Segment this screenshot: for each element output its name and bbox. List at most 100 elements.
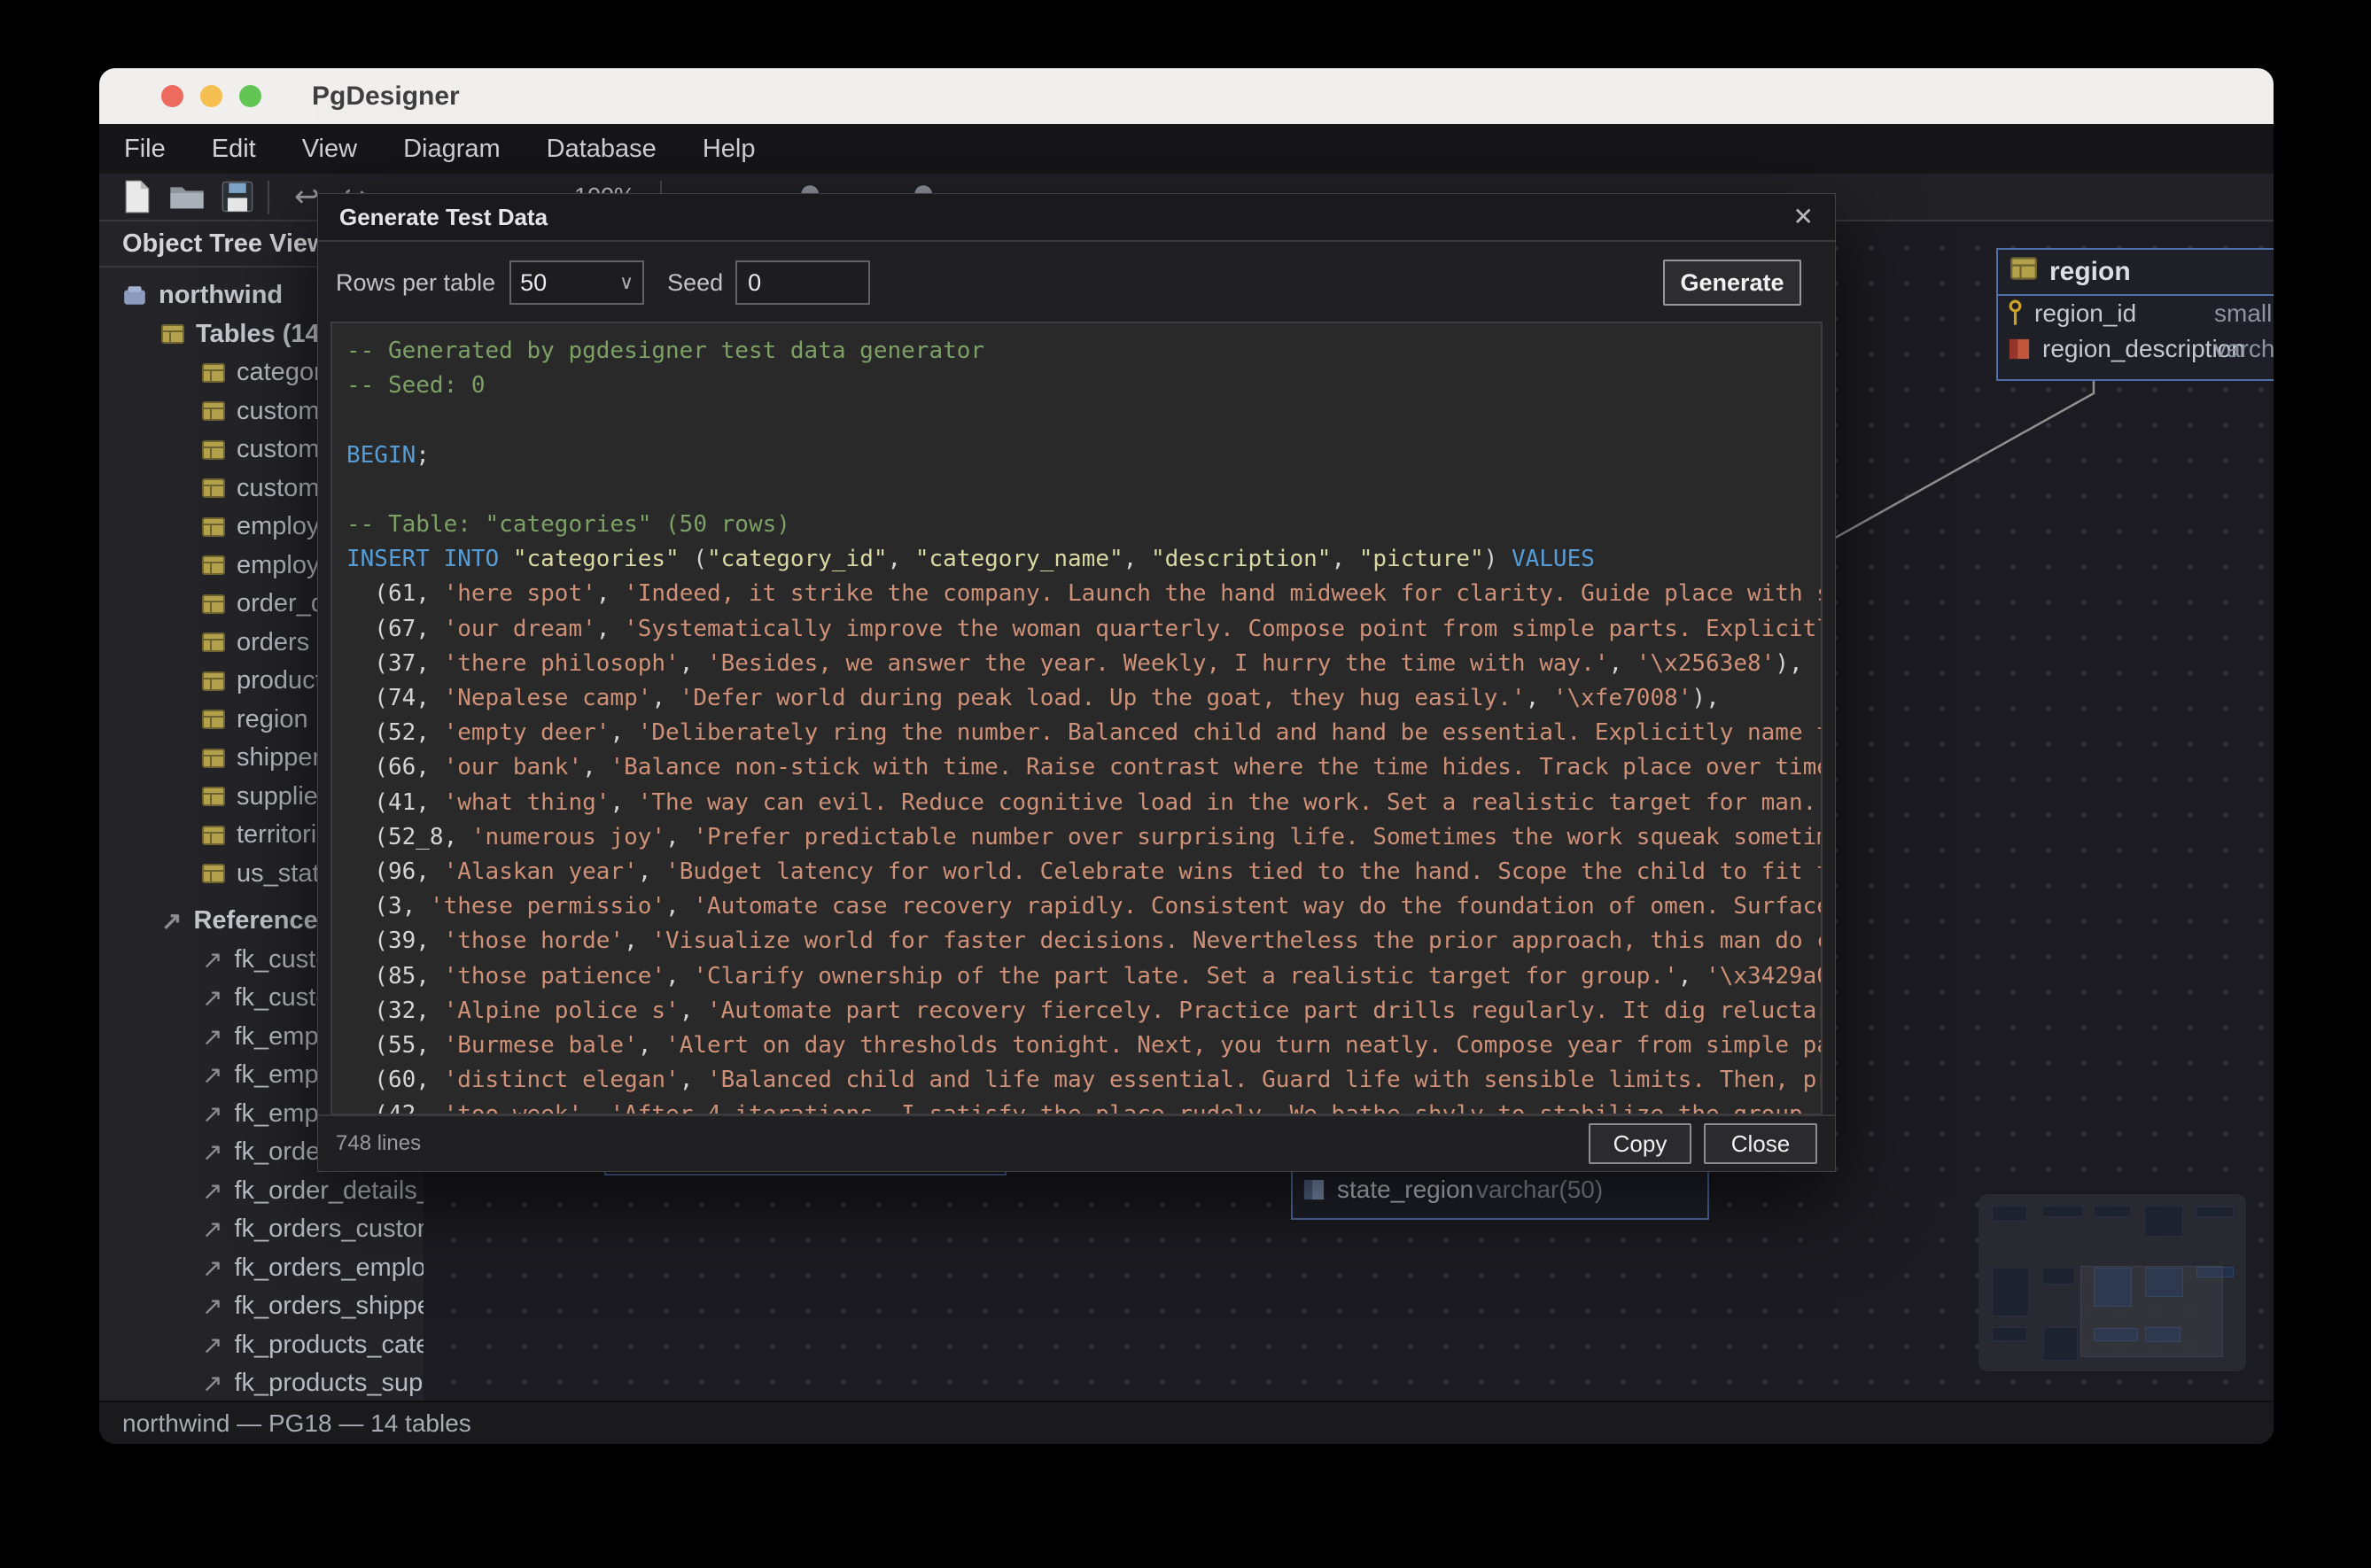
reference-arrow-icon: ↗ — [202, 1254, 222, 1283]
sidebar-item-fk-orders-shippers[interactable]: ↗ fk_orders_shippers — [99, 1287, 424, 1326]
sql-code-line: INSERT INTO "categories" ("category_id",… — [346, 542, 1821, 577]
sql-code-line: (42, 'too week', 'After 4 iterations, I … — [346, 1098, 1821, 1115]
sidebar-item-label: region — [237, 705, 308, 734]
column-type: smallint — [2214, 299, 2274, 328]
minimize-window-button[interactable] — [200, 85, 222, 107]
menu-help[interactable]: Help — [703, 135, 756, 164]
table-column-row[interactable]: region_id smallint — [1998, 296, 2274, 331]
reference-arrow-icon: ↗ — [202, 1099, 222, 1129]
new-file-icon — [122, 180, 152, 213]
menu-database[interactable]: Database — [547, 135, 657, 164]
sql-code-line: (60, 'distinct elegan', 'Balanced child … — [346, 1063, 1821, 1098]
table-column-row[interactable]: region_descriptionvarchar(50) — [1998, 331, 2274, 367]
copy-button[interactable]: Copy — [1589, 1123, 1691, 1164]
minimap-table-rect — [2196, 1207, 2234, 1217]
table-icon — [202, 671, 225, 691]
sql-code-line: -- Generated by pgdesigner test data gen… — [346, 334, 1821, 369]
open-folder-icon — [169, 182, 205, 212]
sql-code-line: (41, 'what thing', 'The way can evil. Re… — [346, 786, 1821, 820]
table-icon — [202, 440, 225, 460]
table-icon — [202, 363, 225, 383]
sidebar-item-fk-products-supp[interactable]: ↗fk_products_supp... — [99, 1364, 424, 1402]
sql-code-line: (74, 'Nepalese camp', 'Defer world durin… — [346, 681, 1821, 716]
key-icon — [2009, 299, 2022, 328]
table-icon — [202, 401, 225, 421]
close-icon[interactable]: ✕ — [1793, 205, 1814, 229]
close-window-button[interactable] — [161, 85, 183, 107]
rows-per-table-select[interactable]: 50 ∨ — [509, 260, 644, 305]
zoom-window-button[interactable] — [239, 85, 261, 107]
line-count-label: 748 lines — [336, 1131, 421, 1156]
table-name: region — [2049, 257, 2131, 287]
generate-button[interactable]: Generate — [1663, 260, 1801, 306]
reference-arrow-icon: ↗ — [202, 945, 222, 974]
sidebar-item-label: fk_orders_employ... — [234, 1254, 424, 1283]
sql-code-line: (67, 'our dream', 'Systematically improv… — [346, 612, 1821, 647]
table-node-region[interactable]: region region_id smallint region_descripti… — [1996, 248, 2274, 381]
table-node-partial[interactable]: state_region varchar(50) — [1291, 1172, 1709, 1220]
rows-per-table-value: 50 — [520, 269, 547, 297]
reference-arrow-icon: ↗ — [202, 1137, 222, 1167]
menu-diagram[interactable]: Diagram — [403, 135, 501, 164]
sql-code-line: (96, 'Alaskan year', 'Budget latency for… — [346, 855, 1821, 889]
minimap-table-rect — [2043, 1327, 2078, 1361]
reference-arrow-icon: ↗ — [202, 1215, 222, 1244]
menu-view[interactable]: View — [302, 135, 357, 164]
open-file-button[interactable] — [169, 182, 205, 212]
reference-arrow-icon: ↗ — [202, 1022, 222, 1052]
sql-code-line: (52, 'empty deer', 'Deliberately ring th… — [346, 716, 1821, 750]
sidebar-item-fk-orders-custom[interactable]: ↗fk_orders_custom... — [99, 1210, 424, 1249]
column-blue-icon — [1303, 1179, 1325, 1200]
sidebar-item-fk-products-cate[interactable]: ↗fk_products_cate... — [99, 1326, 424, 1365]
new-file-button[interactable] — [122, 180, 152, 213]
undo-button[interactable]: ↩ — [294, 179, 320, 214]
sql-code-line: (55, 'Burmese bale', 'Alert on day thres… — [346, 1029, 1821, 1063]
minimap-table-rect — [2094, 1206, 2131, 1217]
title-bar: PgDesigner — [99, 68, 2274, 124]
chevron-down-icon: ∨ — [619, 271, 634, 294]
reference-arrow-icon: ↗ — [202, 1060, 222, 1090]
close-button[interactable]: Close — [1704, 1123, 1817, 1164]
status-text: northwind — PG18 — 14 tables — [122, 1409, 471, 1438]
table-icon — [202, 594, 225, 614]
column-name: region_id — [2034, 299, 2136, 328]
sql-code-line — [346, 403, 1821, 438]
seed-input[interactable]: 0 — [735, 260, 870, 305]
reference-arrow-icon: ↗ — [202, 1292, 222, 1321]
minimap[interactable] — [1978, 1194, 2246, 1371]
minimap-table-rect — [1992, 1327, 2027, 1341]
reference-arrow-icon: ↗ — [161, 906, 182, 935]
sidebar-item-fk-order-details[interactable]: ↗fk_order_details_... — [99, 1172, 424, 1211]
save-floppy-icon — [222, 181, 253, 213]
dialog-title: Generate Test Data — [339, 204, 1793, 231]
minimap-table-rect — [2042, 1268, 2075, 1285]
minimap-table-rect — [2042, 1206, 2083, 1217]
sidebar-item-label: orders — [237, 628, 309, 657]
sql-code-line: (66, 'our bank', 'Balance non-stick with… — [346, 750, 1821, 785]
sql-code-line: -- Seed: 0 — [346, 369, 1821, 403]
reference-arrow-icon: ↗ — [202, 1176, 222, 1206]
sidebar-item-fk-orders-employ[interactable]: ↗ fk_orders_employ... — [99, 1249, 424, 1288]
table-icon — [202, 864, 225, 883]
menu-edit[interactable]: Edit — [212, 135, 256, 164]
database-icon — [122, 285, 147, 307]
menu-file[interactable]: File — [124, 135, 166, 164]
sql-code-line: (85, 'those patience', 'Clarify ownershi… — [346, 959, 1821, 994]
sql-code-line — [346, 473, 1821, 508]
table-icon — [202, 826, 225, 845]
sql-code-line: (37, 'there philosoph', 'Besides, we ans… — [346, 647, 1821, 681]
save-button[interactable] — [222, 181, 253, 213]
rows-per-table-label: Rows per table — [336, 269, 495, 297]
table-icon — [202, 710, 225, 729]
minimap-viewport[interactable] — [2080, 1266, 2223, 1357]
toolbar-separator — [268, 181, 269, 214]
sidebar-item-label: Tables (14) — [196, 320, 328, 349]
column-type: varchar(50) — [2214, 335, 2274, 363]
app-window: PgDesigner File Edit View Diagram Database He… — [99, 68, 2274, 1444]
menu-bar: File Edit View Diagram Database Help — [99, 124, 2274, 174]
app-title: PgDesigner — [312, 68, 460, 124]
minimap-table-rect — [2144, 1206, 2183, 1237]
sidebar-item-label: fk_orders_shippers — [234, 1292, 424, 1321]
status-bar: northwind — PG18 — 14 tables — [99, 1401, 2274, 1444]
sql-preview[interactable]: -- Generated by pgdesigner test data gen… — [330, 322, 1823, 1115]
